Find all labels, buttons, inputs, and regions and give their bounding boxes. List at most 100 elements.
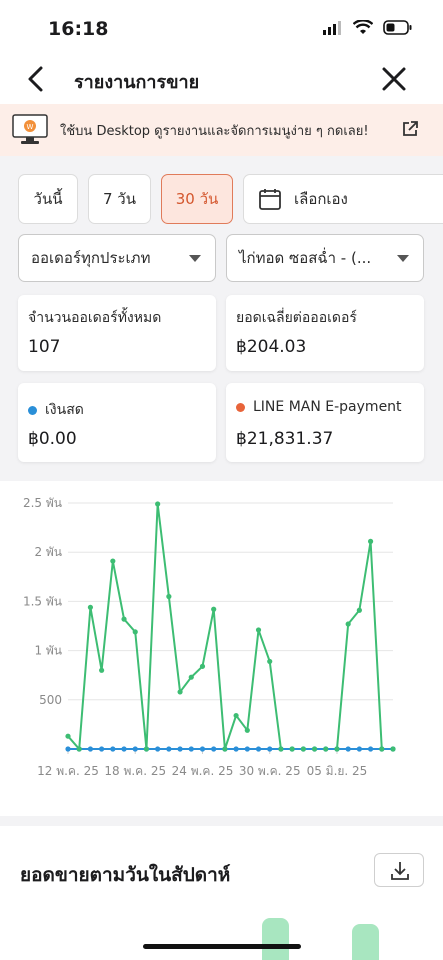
store-value: ไก่ทอด ซอสฉ่ำ - (...	[239, 249, 372, 267]
report-content: จำนวนออเดอร์ทั้งหมด 107 ยอดเฉลี่ยต่อออเด…	[0, 295, 443, 816]
data-point	[121, 616, 127, 622]
lineman-card: LINE MAN E-payment ฿21,831.37	[226, 383, 424, 462]
x-tick-label: 12 พ.ค. 25	[37, 764, 99, 778]
data-point	[356, 746, 362, 752]
page-title: รายงานการขาย	[74, 72, 200, 93]
filters-section: วันนี้ 7 วัน 30 วัน เลือกเอง ออเดอร์ทุกป…	[0, 156, 443, 301]
external-link-icon[interactable]	[401, 120, 419, 138]
data-point	[255, 627, 262, 633]
data-point	[65, 733, 71, 739]
x-tick-label: 18 พ.ค. 25	[104, 764, 166, 778]
cash-label: เงินสด	[45, 402, 84, 418]
avg-order-card: ยอดเฉลี่ยต่อออเดอร์ ฿204.03	[226, 295, 424, 371]
data-point	[87, 604, 94, 610]
signal-icon	[323, 20, 341, 35]
close-icon[interactable]	[379, 64, 409, 94]
cash-label-row: เงินสด	[28, 399, 84, 421]
download-button[interactable]	[374, 853, 424, 887]
store-select[interactable]: ไก่ทอด ซอสฉ่ำ - (...	[226, 234, 424, 282]
svg-text:W: W	[27, 123, 34, 131]
lineman-label: LINE MAN E-payment	[253, 399, 402, 415]
y-tick-label: 2 พัน	[34, 545, 62, 559]
data-point	[65, 746, 71, 752]
data-point	[244, 727, 250, 733]
download-icon	[391, 862, 409, 880]
data-point	[390, 746, 396, 752]
data-point	[99, 667, 105, 673]
weekly-bar	[262, 918, 289, 960]
data-point	[132, 629, 138, 635]
data-point	[177, 689, 183, 695]
data-point	[356, 607, 362, 613]
avg-order-label: ยอดเฉลี่ยต่อออเดอร์	[236, 310, 357, 326]
battery-icon	[383, 20, 412, 35]
data-point	[367, 746, 374, 752]
range-today-button[interactable]: วันนี้	[18, 174, 78, 224]
status-bar: 16:18	[0, 0, 443, 56]
data-point	[233, 746, 239, 752]
data-point	[87, 746, 94, 752]
data-point	[379, 746, 385, 752]
data-point	[367, 538, 374, 544]
data-point	[345, 621, 351, 627]
x-tick-label: 05 มิ.ย. 25	[307, 764, 368, 778]
y-tick-label: 1 พัน	[34, 644, 62, 658]
data-point	[166, 593, 172, 600]
data-point	[132, 746, 138, 752]
range-30days-button[interactable]: 30 วัน	[161, 174, 233, 224]
y-tick-label: 500	[39, 693, 62, 707]
data-point	[278, 746, 284, 752]
y-tick-label: 1.5 พัน	[23, 594, 62, 608]
custom-range-button[interactable]: เลือกเอง	[243, 174, 443, 224]
total-orders-value: 107	[28, 337, 61, 357]
custom-range-label: เลือกเอง	[294, 190, 348, 208]
data-point	[143, 746, 150, 752]
data-point	[334, 746, 340, 752]
data-point	[110, 746, 116, 752]
data-point	[211, 606, 217, 612]
data-point	[188, 746, 194, 752]
range-7days-button[interactable]: 7 วัน	[88, 174, 151, 224]
desktop-icon: W	[12, 114, 48, 144]
data-point	[110, 558, 116, 564]
data-point	[76, 746, 82, 752]
x-tick-label: 30 พ.ค. 25	[239, 764, 301, 778]
data-point	[121, 746, 127, 752]
weekly-sales-title: ยอดขายตามวันในสัปดาห์	[20, 864, 231, 886]
cash-legend-dot	[28, 405, 37, 415]
data-point	[345, 746, 351, 752]
data-point	[166, 746, 172, 752]
home-indicator	[143, 944, 301, 949]
data-point	[177, 746, 183, 752]
status-time: 16:18	[48, 18, 109, 40]
order-type-value: ออเดอร์ทุกประเภท	[31, 249, 151, 267]
y-tick-label: 2.5 พัน	[23, 496, 62, 510]
wifi-icon	[353, 20, 373, 34]
desktop-promo-banner[interactable]: W ใช้บน Desktop ดูรายงานและจัดการเมนูง่า…	[0, 104, 443, 156]
data-point	[244, 746, 250, 752]
lineman-label-row: LINE MAN E-payment	[236, 399, 402, 415]
data-point	[289, 746, 295, 752]
back-arrow-icon[interactable]	[22, 64, 52, 94]
status-icons	[323, 20, 413, 35]
data-point	[155, 501, 161, 507]
navigation-bar: รายงานการขาย	[0, 56, 443, 104]
data-point	[199, 746, 206, 752]
cash-card: เงินสด ฿0.00	[18, 383, 216, 462]
data-point	[323, 746, 329, 752]
weekly-sales-section: ยอดขายตามวันในสัปดาห์	[0, 826, 443, 960]
data-point	[155, 746, 161, 752]
avg-order-value: ฿204.03	[236, 337, 307, 357]
data-point	[222, 746, 228, 752]
data-point	[255, 746, 262, 752]
calendar-icon	[259, 189, 281, 210]
sales-chart-panel: 500 1 พัน 1.5 พัน 2 พัน 2.5 พัน 12 พ.ค. 25 18 …	[0, 481, 443, 816]
data-point	[267, 658, 273, 665]
order-type-select[interactable]: ออเดอร์ทุกประเภท	[18, 234, 216, 282]
data-point	[311, 746, 318, 752]
chevron-down-icon	[189, 255, 201, 262]
data-point	[188, 674, 194, 680]
x-tick-label: 24 พ.ค. 25	[172, 764, 234, 778]
lineman-legend-dot	[236, 402, 245, 412]
total-orders-label: จำนวนออเดอร์ทั้งหมด	[28, 310, 162, 326]
